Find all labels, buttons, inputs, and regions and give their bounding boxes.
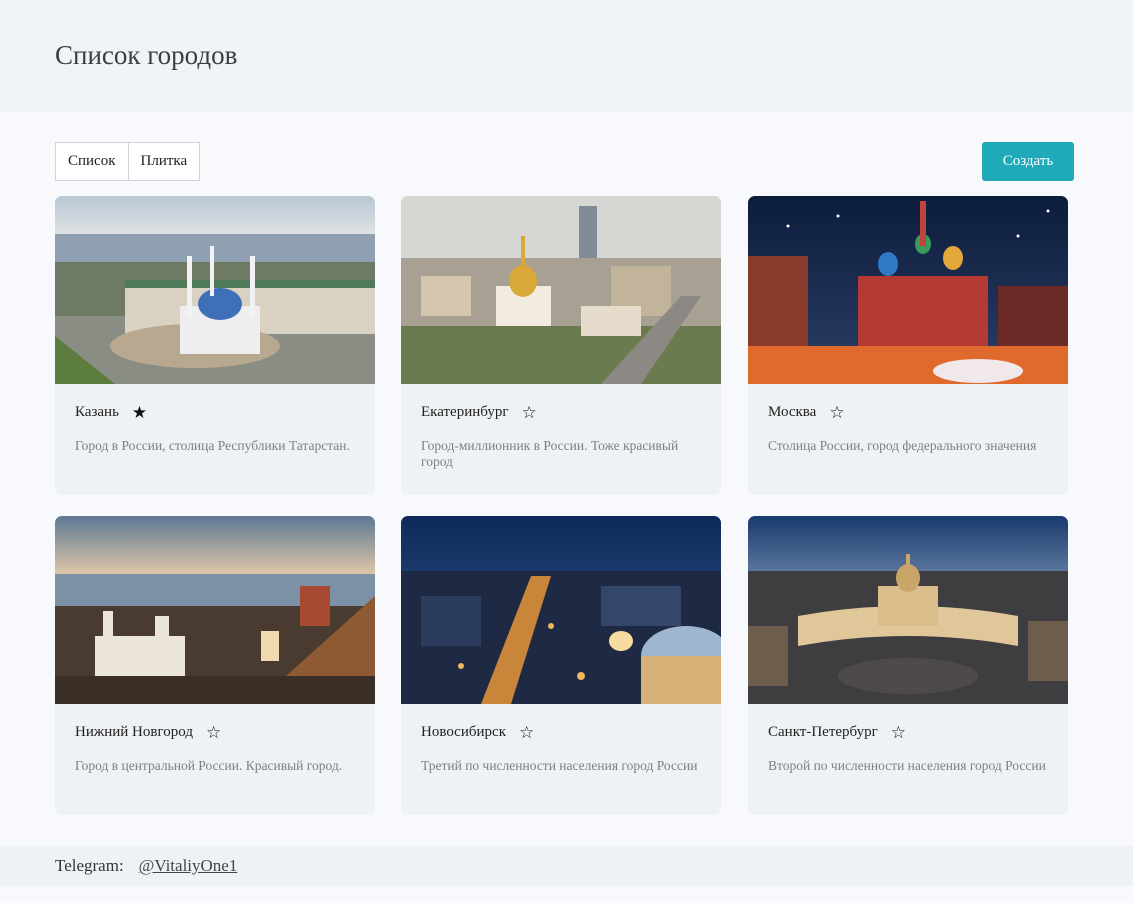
create-button[interactable]: Создать <box>982 142 1074 181</box>
star-outline-icon[interactable]: ☆ <box>519 724 534 741</box>
city-card-kazan[interactable]: Казань ★ Город в России, столица Республ… <box>55 196 375 495</box>
city-description: Второй по численности населения город Ро… <box>768 758 1046 773</box>
page-title: Список городов <box>55 40 238 70</box>
star-outline-icon[interactable]: ☆ <box>891 724 906 741</box>
city-description: Третий по численности населения город Ро… <box>421 758 698 773</box>
city-card-saint-petersburg[interactable]: Санкт-Петербург ☆ Второй по численности … <box>748 516 1068 815</box>
city-description: Столица России, город федерального значе… <box>768 438 1037 453</box>
tile-view-button[interactable]: Плитка <box>127 142 201 181</box>
star-outline-icon[interactable]: ☆ <box>206 724 221 741</box>
footer-label: Telegram: <box>55 856 124 875</box>
city-photo-saint-petersburg <box>748 516 1068 704</box>
city-photo-ekaterinburg <box>401 196 721 384</box>
city-photo-novosibirsk <box>401 516 721 704</box>
city-description: Город-миллионник в России. Тоже красивый… <box>421 438 679 469</box>
footer: Telegram: @VitaliyOne1 <box>0 846 1133 886</box>
star-outline-icon[interactable]: ☆ <box>521 404 536 421</box>
telegram-link[interactable]: @VitaliyOne1 <box>139 856 238 876</box>
star-filled-icon[interactable]: ★ <box>132 404 147 421</box>
city-card-nizhny-novgorod[interactable]: Нижний Новгород ☆ Город в центральной Ро… <box>55 516 375 815</box>
city-card-ekaterinburg[interactable]: Екатеринбург ☆ Город-миллионник в России… <box>401 196 721 495</box>
view-toggle: Список Плитка <box>55 142 201 181</box>
star-outline-icon[interactable]: ☆ <box>829 404 844 421</box>
list-view-button[interactable]: Список <box>55 142 129 181</box>
city-photo-kazan <box>55 196 375 384</box>
city-name: Новосибирск <box>421 723 506 740</box>
city-card-moscow[interactable]: Москва ☆ Столица России, город федеральн… <box>748 196 1068 495</box>
city-name: Екатеринбург <box>421 403 509 420</box>
page-header: Список городов <box>0 0 1133 112</box>
city-name: Москва <box>768 403 817 420</box>
city-description: Город в центральной России. Красивый гор… <box>75 758 343 773</box>
city-name: Санкт-Петербург <box>768 723 878 740</box>
city-card-novosibirsk[interactable]: Новосибирск ☆ Третий по численности насе… <box>401 516 721 815</box>
city-description: Город в России, столица Республики Татар… <box>75 438 350 453</box>
city-photo-nizhny-novgorod <box>55 516 375 704</box>
city-name: Нижний Новгород <box>75 723 193 740</box>
city-name: Казань <box>75 403 119 420</box>
city-photo-moscow <box>748 196 1068 384</box>
